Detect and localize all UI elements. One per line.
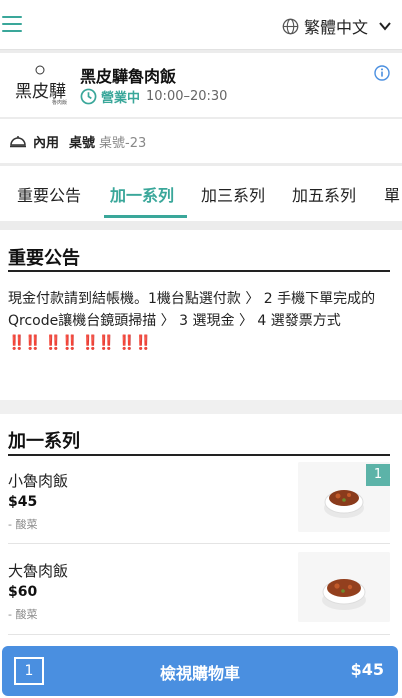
- svg-text:黑皮驊: 黑皮驊: [15, 82, 66, 102]
- category-tabs: 重要公告 加一系列 加三系列 加五系列 單: [0, 166, 402, 221]
- cart-label: 檢視購物車: [159, 664, 240, 683]
- item-option: - 酸菜: [8, 608, 38, 621]
- tab-plus-five-series[interactable]: 加五系列: [292, 182, 356, 206]
- section-title-plus-one: 加一系列: [8, 431, 80, 452]
- item-price: $45: [8, 494, 38, 510]
- item-photo: [298, 552, 390, 622]
- item-name: 小魯肉飯: [8, 472, 69, 490]
- info-icon[interactable]: [374, 65, 390, 81]
- quantity-badge: 1: [366, 464, 390, 486]
- item-price: $60: [8, 584, 38, 600]
- svg-text:魯肉飯: 魯肉飯: [52, 99, 67, 106]
- item-name: 大魯肉飯: [8, 562, 69, 580]
- divider: [8, 543, 390, 544]
- tab-next[interactable]: 單: [384, 182, 400, 206]
- menu-icon[interactable]: [2, 16, 22, 34]
- top-bar: 繁體中文: [0, 0, 402, 50]
- chevron-down-icon: [379, 22, 391, 31]
- divider: [8, 270, 390, 272]
- clock-icon: [80, 88, 97, 105]
- store-name: 黑皮驊魯肉飯: [80, 67, 177, 86]
- divider: [8, 634, 390, 635]
- menu-item[interactable]: 小魯肉飯 $45 - 酸菜 1: [0, 462, 402, 552]
- globe-icon: [282, 18, 299, 34]
- cart-total: $45: [350, 660, 384, 679]
- notice-title: 重要公告: [8, 248, 80, 269]
- item-option: - 酸菜: [8, 518, 38, 531]
- notice-emphasis: ‼️‼️ ‼️‼️ ‼️‼️ ‼️‼️: [8, 335, 152, 351]
- language-selector[interactable]: 繁體中文: [282, 14, 392, 38]
- view-cart-button[interactable]: 1 檢視購物車 $45: [2, 646, 398, 696]
- opening-hours: 營業中 10:00–20:30: [80, 87, 227, 106]
- notice-body: 現金付款請到結帳機。1機台點選付款 〉 2 手機下單完成的Qrcode讓機台鏡頭…: [8, 288, 388, 354]
- table-number: 桌號-23: [99, 135, 147, 151]
- active-tab-indicator: [104, 215, 187, 218]
- tab-plus-three-series[interactable]: 加三系列: [201, 182, 265, 206]
- hours-text: 10:00–20:30: [146, 89, 228, 104]
- section-gap: [0, 400, 402, 414]
- service-bell-icon: [10, 136, 26, 148]
- divider: [8, 454, 390, 456]
- store-info: 黑皮驊 魯肉飯 黑皮驊魯肉飯 營業中 10:00–20:30: [0, 53, 402, 117]
- menu-item[interactable]: 大魯肉飯 $60 - 酸菜: [0, 552, 402, 642]
- menu-content: 重要公告 現金付款請到結帳機。1機台點選付款 〉 2 手機下單完成的Qrcode…: [0, 230, 402, 698]
- tab-plus-one-series[interactable]: 加一系列: [110, 182, 174, 206]
- table-label: 桌號: [69, 135, 96, 151]
- open-status: 營業中: [101, 91, 141, 106]
- table-info: 內用 桌號 桌號-23: [0, 119, 402, 163]
- tab-important-notice[interactable]: 重要公告: [17, 182, 81, 206]
- store-logo: 黑皮驊 魯肉飯: [15, 65, 67, 106]
- language-label: 繁體中文: [303, 18, 368, 37]
- dine-mode: 內用: [33, 135, 60, 151]
- notice-text: 現金付款請到結帳機。1機台點選付款 〉 2 手機下單完成的Qrcode讓機台鏡頭…: [8, 291, 376, 329]
